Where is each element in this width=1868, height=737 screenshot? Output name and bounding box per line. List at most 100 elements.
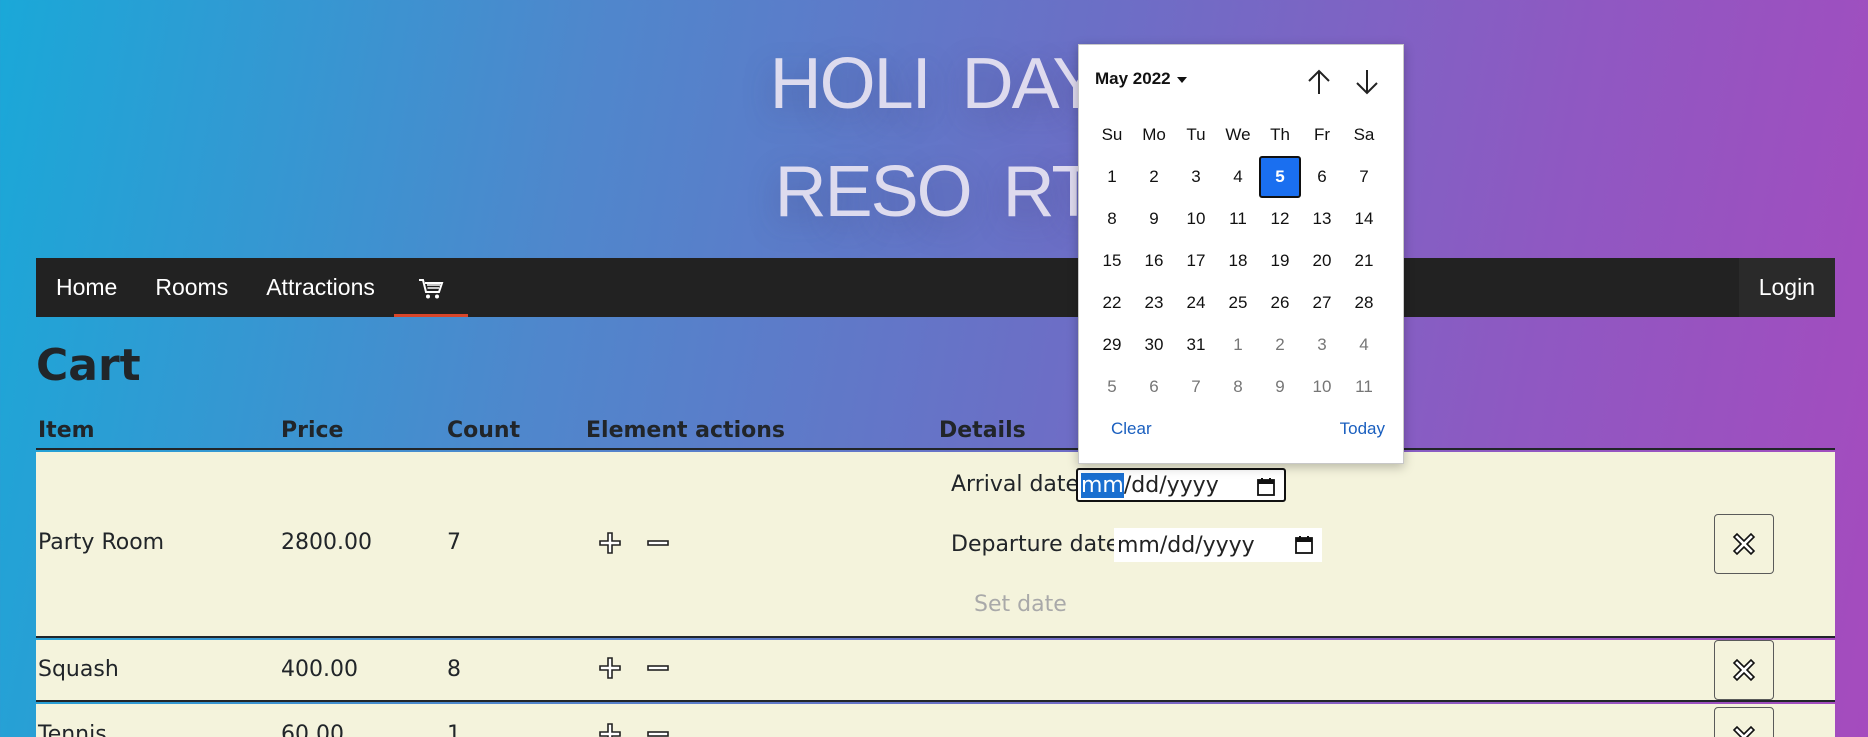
- calendar-day[interactable]: 22: [1091, 282, 1133, 324]
- arrival-date-input[interactable]: mm/dd/yyyy: [1076, 468, 1286, 502]
- nav-rooms-link[interactable]: Rooms: [136, 258, 247, 317]
- calendar-day-next-month[interactable]: 1: [1217, 324, 1259, 366]
- month-year-select[interactable]: May 2022: [1095, 69, 1187, 89]
- close-icon: [1732, 658, 1756, 682]
- plus-icon[interactable]: [598, 722, 622, 737]
- calendar-day-next-month[interactable]: 11: [1343, 366, 1385, 408]
- calendar-day[interactable]: 30: [1133, 324, 1175, 366]
- nav-login-link[interactable]: Login: [1738, 258, 1835, 317]
- row-count: 1: [447, 722, 461, 737]
- calendar-day-next-month[interactable]: 6: [1133, 366, 1175, 408]
- weekday-label: Sa: [1353, 125, 1375, 144]
- calendar-day[interactable]: 1: [1091, 156, 1133, 198]
- calendar-day[interactable]: 4: [1217, 156, 1259, 198]
- close-icon: [1732, 725, 1756, 737]
- calendar-day[interactable]: 15: [1091, 240, 1133, 282]
- departure-date-value: mm/dd/yyyy: [1117, 532, 1255, 558]
- row-price: 2800.00: [281, 530, 372, 555]
- header-element-actions: Element actions: [586, 418, 785, 443]
- departure-date-label: Departure date: [951, 532, 1120, 557]
- calendar-day-next-month[interactable]: 3: [1301, 324, 1343, 366]
- calendar-day[interactable]: 18: [1217, 240, 1259, 282]
- calendar-day-next-month[interactable]: 9: [1259, 366, 1301, 408]
- weekday-label: We: [1225, 125, 1251, 144]
- minus-icon[interactable]: [646, 656, 670, 680]
- calendar-week: 29 30 31 1 2 3 4: [1091, 324, 1385, 366]
- calendar-day[interactable]: 6: [1301, 156, 1343, 198]
- weekday-label: Su: [1101, 125, 1123, 144]
- nav-cart-link[interactable]: [393, 258, 468, 317]
- calendar-day[interactable]: 19: [1259, 240, 1301, 282]
- weekday-label: Th: [1270, 125, 1290, 144]
- calendar-day[interactable]: 9: [1133, 198, 1175, 240]
- remove-item-button[interactable]: [1714, 640, 1774, 700]
- row-item-name: Tennis: [38, 722, 107, 737]
- calendar-day[interactable]: 10: [1175, 198, 1217, 240]
- calendar-day-next-month[interactable]: 10: [1301, 366, 1343, 408]
- weekday-label: Fr: [1313, 125, 1331, 144]
- row-price: 400.00: [281, 657, 358, 682]
- weekday-label: Mo: [1142, 125, 1166, 144]
- hero-title-line-2: RESO RT: [774, 152, 1096, 232]
- table-row-squash: Squash 400.00 8: [36, 640, 1835, 702]
- calendar-day[interactable]: 28: [1343, 282, 1385, 324]
- arrival-date-month-segment: mm: [1081, 472, 1124, 498]
- header-count: Count: [447, 418, 521, 443]
- calendar-day-selected[interactable]: 5: [1259, 156, 1301, 198]
- calendar-week: 22 23 24 25 26 27 28: [1091, 282, 1385, 324]
- calendar-day[interactable]: 29: [1091, 324, 1133, 366]
- month-year-label: May 2022: [1095, 69, 1171, 88]
- calendar-day[interactable]: 14: [1343, 198, 1385, 240]
- plus-icon[interactable]: [598, 656, 622, 680]
- table-row-tennis: Tennis 60.00 1: [36, 704, 1835, 737]
- calendar-day-next-month[interactable]: 8: [1217, 366, 1259, 408]
- calendar-day-next-month[interactable]: 5: [1091, 366, 1133, 408]
- close-icon: [1732, 532, 1756, 556]
- calendar-week: 5 6 7 8 9 10 11: [1091, 366, 1385, 408]
- set-date-button[interactable]: Set date: [974, 592, 1067, 617]
- calendar-day[interactable]: 24: [1175, 282, 1217, 324]
- calendar-day[interactable]: 12: [1259, 198, 1301, 240]
- calendar-day[interactable]: 3: [1175, 156, 1217, 198]
- remove-item-button[interactable]: [1714, 514, 1774, 574]
- calendar-week: 1 2 3 4 5 6 7: [1091, 156, 1385, 198]
- minus-icon[interactable]: [646, 531, 670, 555]
- calendar-day-next-month[interactable]: 2: [1259, 324, 1301, 366]
- plus-icon[interactable]: [598, 531, 622, 555]
- date-picker-popup: May 2022 Su Mo Tu We Th Fr Sa 1 2 3 4 5 …: [1078, 44, 1404, 464]
- calendar-day[interactable]: 16: [1133, 240, 1175, 282]
- calendar-day[interactable]: 25: [1217, 282, 1259, 324]
- calendar-day-next-month[interactable]: 7: [1175, 366, 1217, 408]
- remove-item-button[interactable]: [1714, 707, 1774, 737]
- calendar-day[interactable]: 7: [1343, 156, 1385, 198]
- calendar-day[interactable]: 27: [1301, 282, 1343, 324]
- clear-date-button[interactable]: Clear: [1111, 419, 1152, 439]
- calendar-day[interactable]: 23: [1133, 282, 1175, 324]
- nav-home-link[interactable]: Home: [36, 258, 136, 317]
- row-item-name: Squash: [38, 657, 119, 682]
- calendar-day[interactable]: 2: [1133, 156, 1175, 198]
- calendar-day[interactable]: 26: [1259, 282, 1301, 324]
- calendar-day[interactable]: 8: [1091, 198, 1133, 240]
- calendar-day[interactable]: 17: [1175, 240, 1217, 282]
- departure-date-input[interactable]: mm/dd/yyyy: [1114, 528, 1322, 562]
- minus-icon[interactable]: [646, 722, 670, 737]
- arrow-up-icon[interactable]: [1305, 67, 1333, 97]
- header-details: Details: [939, 418, 1026, 443]
- calendar-day[interactable]: 20: [1301, 240, 1343, 282]
- row-price: 60.00: [281, 722, 344, 737]
- calendar-day[interactable]: 13: [1301, 198, 1343, 240]
- today-button[interactable]: Today: [1340, 419, 1385, 439]
- row-count: 8: [447, 657, 461, 682]
- calendar-icon[interactable]: [1256, 477, 1276, 497]
- nav-attractions-link[interactable]: Attractions: [247, 258, 394, 317]
- caret-down-icon: [1176, 76, 1187, 83]
- arrival-date-label: Arrival date: [951, 472, 1080, 497]
- calendar-icon[interactable]: [1294, 535, 1314, 555]
- arrow-down-icon[interactable]: [1353, 67, 1381, 97]
- calendar-day-next-month[interactable]: 4: [1343, 324, 1385, 366]
- calendar-day[interactable]: 31: [1175, 324, 1217, 366]
- calendar-day[interactable]: 21: [1343, 240, 1385, 282]
- header-price: Price: [281, 418, 344, 443]
- calendar-day[interactable]: 11: [1217, 198, 1259, 240]
